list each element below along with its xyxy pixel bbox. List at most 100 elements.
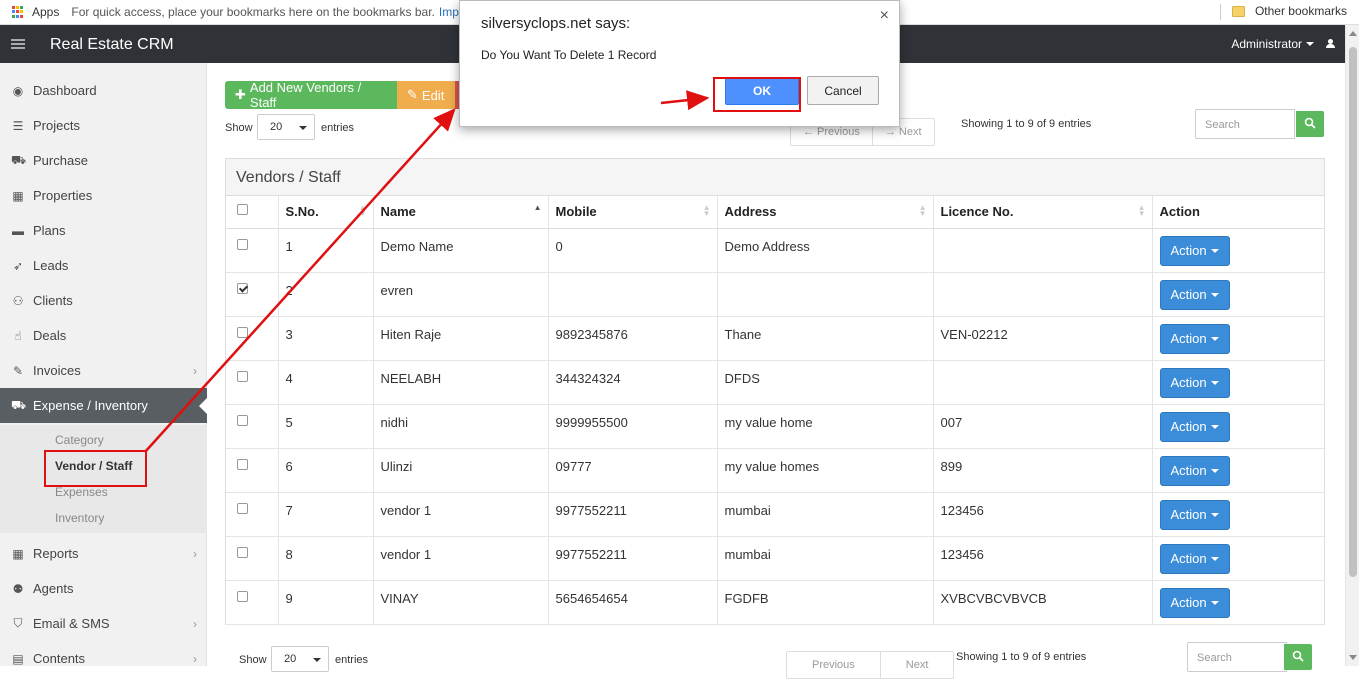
sidebar-item-deals[interactable]: ☝ Deals (0, 318, 207, 353)
user-name: Administrator (1231, 37, 1302, 51)
add-vendor-button[interactable]: ✚ Add New Vendors / Staff (225, 80, 398, 110)
bottom-prev-page-button[interactable]: Previous (787, 652, 880, 678)
caret-down-icon (1210, 424, 1219, 429)
sidebar-item-purchase[interactable]: ⛟ Purchase (0, 143, 207, 178)
edit-button[interactable]: ✎ Edit (397, 81, 455, 109)
sidebar-item-clients[interactable]: ⚇ Clients (0, 283, 207, 318)
table-header-row: S.No. ▲ ▼ Name ▲ Mobile ▲ ▼ Address ▲ ▼ Licence… (226, 196, 1324, 229)
column-address[interactable]: Address ▲ ▼ (717, 196, 934, 229)
sidebar-item-label: Purchase (33, 153, 88, 168)
column-licence[interactable]: Licence No. ▲ ▼ (933, 196, 1153, 229)
cell-name: nidhi (373, 404, 549, 449)
select-all-checkbox[interactable] (237, 204, 248, 216)
row-checkbox[interactable] (237, 414, 248, 426)
search-input[interactable]: Search (1195, 109, 1295, 139)
action-dropdown-button[interactable]: Action (1159, 587, 1230, 618)
table-icon: ▦ (12, 546, 24, 561)
sidebar-item-agents[interactable]: ⚉ Agents (0, 571, 207, 606)
cancel-button[interactable]: Cancel (807, 76, 879, 105)
apps-grid-icon[interactable] (12, 6, 24, 18)
column-name[interactable]: Name ▲ (373, 196, 549, 229)
bottom-search-input[interactable]: Search (1187, 642, 1287, 672)
sidebar-item-invoices[interactable]: ✎ Invoices › (0, 353, 207, 388)
cell-mobile: 09777 (548, 448, 718, 493)
annotation-highlight-vendor (44, 450, 147, 487)
bottom-page-size-select[interactable]: 20 (271, 646, 329, 672)
panel-title: Vendors / Staff (226, 159, 1324, 196)
cell-name: Hiten Raje (373, 316, 549, 361)
bottom-search-button[interactable] (1284, 644, 1312, 670)
row-select-cell (226, 448, 279, 493)
search-button[interactable] (1296, 111, 1324, 137)
scroll-thumb[interactable] (1349, 47, 1357, 577)
row-checkbox[interactable] (237, 502, 248, 514)
action-dropdown-button[interactable]: Action (1159, 235, 1230, 266)
vendors-table: S.No. ▲ ▼ Name ▲ Mobile ▲ ▼ Address ▲ ▼ Licence… (226, 196, 1324, 625)
submenu-item-category[interactable]: Category (55, 433, 104, 447)
sidebar-item-plans[interactable]: ▬ Plans (0, 213, 207, 248)
scroll-down-icon[interactable] (1349, 655, 1357, 660)
cell-name: evren (373, 272, 549, 317)
sidebar-item-label: Dashboard (33, 83, 97, 98)
close-icon[interactable]: × (880, 7, 889, 25)
row-checkbox[interactable] (237, 370, 248, 382)
sidebar-item-expense-inventory[interactable]: ⛟ Expense / Inventory (0, 388, 207, 423)
hamburger-menu-icon[interactable] (11, 39, 25, 49)
table-row: 6 Ulinzi 09777 my value homes 899 Action (226, 448, 1324, 493)
row-select-cell (226, 228, 279, 273)
row-checkbox[interactable] (237, 458, 248, 470)
page-size-select[interactable]: 20 (257, 114, 315, 140)
action-label: Action (1170, 287, 1207, 302)
plus-icon: ✚ (235, 87, 246, 102)
vendors-panel: Vendors / Staff S.No. ▲ ▼ Name ▲ Mobile ▲ ▼ A… (225, 158, 1325, 625)
column-mobile[interactable]: Mobile ▲ ▼ (548, 196, 718, 229)
sidebar-item-email-sms[interactable]: ⛉ Email & SMS › (0, 606, 207, 641)
user-menu[interactable]: Administrator (1231, 37, 1335, 51)
action-dropdown-button[interactable]: Action (1159, 455, 1230, 486)
newspaper-icon: ▤ (12, 651, 24, 666)
main-content: ✚ Add New Vendors / Staff ✎ Edit Show 20… (207, 63, 1359, 679)
sidebar: Category Vendor / Staff Expenses Invento… (0, 63, 207, 666)
sidebar-item-contents[interactable]: ▤ Contents › (0, 641, 207, 676)
table-row: 1 Demo Name 0 Demo Address Action (226, 228, 1324, 273)
sidebar-item-projects[interactable]: ☰ Projects (0, 108, 207, 143)
submenu-item-inventory[interactable]: Inventory (55, 511, 104, 525)
action-dropdown-button[interactable]: Action (1159, 543, 1230, 574)
sidebar-item-dashboard[interactable]: ◉ Dashboard (0, 73, 207, 108)
submenu-item-expenses[interactable]: Expenses (55, 485, 108, 499)
row-checkbox[interactable] (237, 282, 248, 294)
action-dropdown-button[interactable]: Action (1159, 279, 1230, 310)
sidebar-item-reports[interactable]: ▦ Reports › (0, 536, 207, 571)
action-dropdown-button[interactable]: Action (1159, 499, 1230, 530)
sidebar-item-leads[interactable]: ➶ Leads (0, 248, 207, 283)
row-checkbox[interactable] (237, 238, 248, 250)
add-vendor-label: Add New Vendors / Staff (249, 80, 362, 110)
bookmarks-hint: For quick access, place your bookmarks h… (71, 5, 435, 19)
cell-mobile: 9892345876 (548, 316, 718, 361)
page-scrollbar[interactable] (1345, 25, 1359, 666)
row-checkbox[interactable] (237, 326, 248, 338)
cart-icon: ⛟ (11, 397, 27, 412)
cell-name: Ulinzi (373, 448, 549, 493)
apps-link[interactable]: Apps (32, 5, 59, 19)
row-checkbox[interactable] (237, 546, 248, 558)
showing-entries: Showing 1 to 9 of 9 entries (961, 118, 1092, 130)
action-dropdown-button[interactable]: Action (1159, 411, 1230, 442)
cell-sno: 4 (278, 360, 374, 405)
sidebar-item-label: Email & SMS (33, 616, 110, 631)
cell-address: Thane (717, 316, 934, 361)
other-bookmarks[interactable]: Other bookmarks (1231, 4, 1347, 18)
row-select-cell (226, 580, 279, 625)
column-sno[interactable]: S.No. ▲ ▼ (278, 196, 374, 229)
tachometer-icon: ◉ (12, 83, 24, 98)
action-dropdown-button[interactable]: Action (1159, 367, 1230, 398)
bottom-next-page-button[interactable]: Next (879, 652, 954, 678)
row-checkbox[interactable] (237, 590, 248, 602)
scroll-up-icon[interactable] (1349, 31, 1357, 36)
app-brand[interactable]: Real Estate CRM (50, 36, 174, 54)
action-dropdown-button[interactable]: Action (1159, 323, 1230, 354)
sidebar-item-properties[interactable]: ▦ Properties (0, 178, 207, 213)
cell-licence (933, 360, 1153, 405)
cell-address (717, 272, 934, 317)
cell-sno: 5 (278, 404, 374, 449)
